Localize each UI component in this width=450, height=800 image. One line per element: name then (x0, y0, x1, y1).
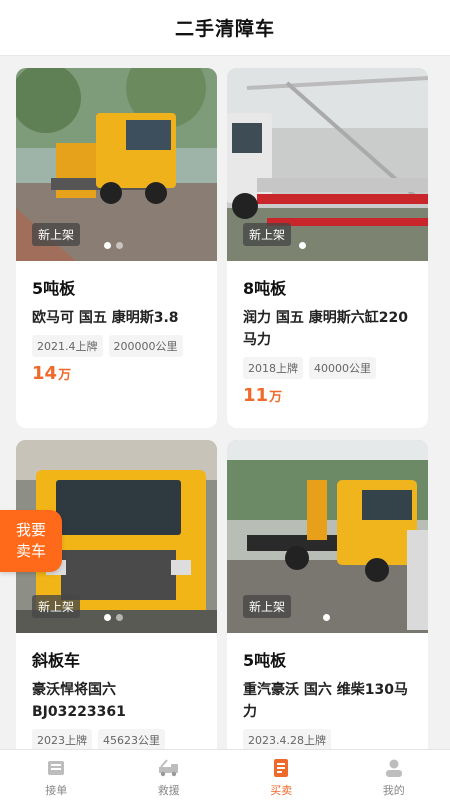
new-listing-badge: 新上架 (32, 223, 81, 246)
carousel-dot (104, 614, 111, 621)
spec-chip-registration: 2023上牌 (32, 729, 92, 749)
new-listing-badge: 新上架 (243, 223, 292, 246)
rescue-truck-icon (158, 759, 178, 777)
carousel-dots (299, 242, 306, 249)
vehicle-name: 豪沃悍将国六BJ03223361 (32, 682, 126, 720)
page-title: 二手清障车 (174, 18, 275, 40)
vehicle-photo[interactable]: 新上架 (227, 68, 428, 261)
spec-chip-registration: 2018上牌 (243, 357, 303, 379)
order-icon (48, 761, 65, 775)
carousel-dot (116, 242, 123, 249)
app-header: 二手清障车 (0, 0, 450, 56)
carousel-dot (299, 242, 306, 249)
price-unit: 万 (58, 368, 72, 383)
sell-button-line1: 我要 (15, 521, 46, 539)
vehicle-specs: 2018上牌 40000公里 (243, 357, 416, 379)
vehicle-specs: 2023上牌 45623公里 (32, 729, 205, 749)
tab-label: 我的 (382, 784, 405, 797)
carousel-dot (116, 614, 123, 621)
carousel-dot (104, 242, 111, 249)
spec-chip-mileage: 45623公里 (98, 729, 165, 749)
trade-icon (274, 759, 289, 777)
vehicle-name: 重汽豪沃 国六 维柴130马力 (243, 682, 408, 720)
spec-chip-mileage: 40000公里 (309, 357, 376, 379)
price-value: 11 (243, 385, 269, 406)
tab-trade[interactable]: 买卖 (225, 750, 338, 800)
vehicle-specs: 2023.4.28上牌 (243, 729, 416, 749)
new-listing-badge: 新上架 (32, 595, 81, 618)
sell-button-line2: 卖车 (15, 542, 46, 560)
tab-label: 救援 (157, 784, 180, 797)
vehicle-category: 5吨板 (32, 279, 76, 298)
vehicle-name: 欧马可 国五 康明斯3.8 (32, 310, 179, 326)
tab-label: 买卖 (270, 784, 293, 797)
vehicle-photo[interactable]: 新上架 (227, 440, 428, 633)
vehicle-card[interactable]: 新上架 5吨板 欧马可 国五 康明斯3.8 2021.4上牌 200000公里 … (16, 68, 217, 428)
tab-rescue[interactable]: 救援 (113, 750, 226, 800)
vehicle-card[interactable]: 新上架 斜板车 豪沃悍将国六BJ03223361 2023上牌 45623公里 (16, 440, 217, 749)
carousel-dots (323, 614, 330, 621)
tab-order[interactable]: 接单 (0, 750, 113, 800)
vehicle-name: 润力 国五 康明斯六缸220马力 (243, 310, 408, 348)
new-listing-badge: 新上架 (243, 595, 292, 618)
carousel-dots (104, 242, 123, 249)
spec-chip-mileage: 200000公里 (108, 335, 183, 357)
vehicle-category: 斜板车 (32, 651, 81, 670)
vehicle-price: 14万 (32, 363, 205, 384)
vehicle-category: 8吨板 (243, 279, 287, 298)
price-unit: 万 (269, 390, 283, 405)
carousel-dot (323, 614, 330, 621)
vehicle-price: 11万 (243, 385, 416, 406)
spec-chip-registration: 2023.4.28上牌 (243, 729, 331, 749)
vehicle-photo[interactable]: 新上架 (16, 68, 217, 261)
vehicle-card[interactable]: 新上架 5吨板 重汽豪沃 国六 维柴130马力 2023.4.28上牌 (227, 440, 428, 749)
spec-chip-registration: 2021.4上牌 (32, 335, 103, 357)
price-value: 14 (32, 363, 58, 384)
carousel-dots (104, 614, 123, 621)
tab-label: 接单 (45, 784, 68, 797)
vehicle-grid[interactable]: 新上架 5吨板 欧马可 国五 康明斯3.8 2021.4上牌 200000公里 … (0, 56, 450, 749)
vehicle-card[interactable]: 新上架 8吨板 润力 国五 康明斯六缸220马力 2018上牌 40000公里 … (227, 68, 428, 428)
sell-car-button[interactable]: 我要 卖车 (0, 510, 62, 572)
vehicle-specs: 2021.4上牌 200000公里 (32, 335, 205, 357)
tab-profile[interactable]: 我的 (338, 750, 450, 800)
profile-icon (385, 759, 402, 777)
vehicle-category: 5吨板 (243, 651, 287, 670)
bottom-tab-bar: 接单 救援 买卖 我的 (0, 749, 450, 800)
